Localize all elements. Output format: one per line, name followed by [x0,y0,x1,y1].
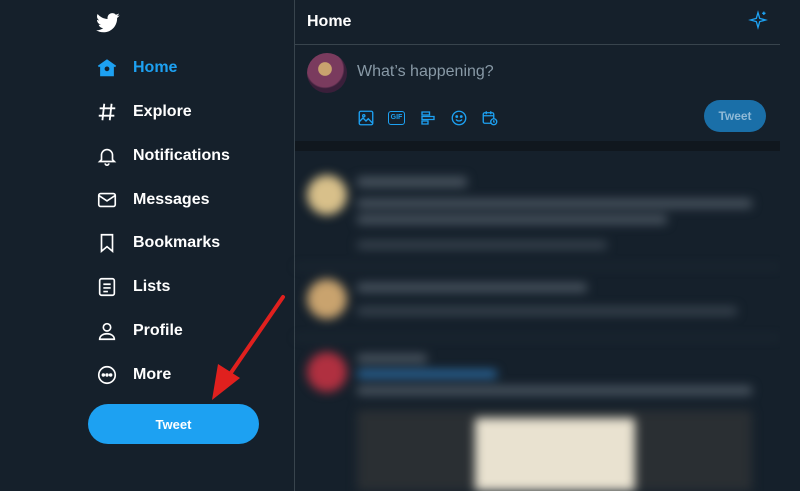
gif-icon[interactable]: GIF [386,107,407,128]
composer-toolbar: GIF [355,107,500,128]
image-icon[interactable] [355,107,376,128]
sidebar-item-lists[interactable]: Lists [96,273,170,301]
emoji-icon[interactable] [448,107,469,128]
schedule-icon[interactable] [479,107,500,128]
person-icon [96,320,118,342]
twitter-logo-icon[interactable] [96,12,120,34]
sidebar-item-label: Explore [133,103,192,120]
tweet-item[interactable] [295,267,780,338]
sidebar-item-label: Notifications [133,147,230,164]
sidebar-item-notifications[interactable]: Notifications [96,142,230,170]
sidebar-item-explore[interactable]: Explore [96,98,192,126]
bookmark-icon [96,232,118,254]
divider [295,141,780,151]
tweet-item[interactable] [295,151,780,267]
bell-icon [96,145,118,167]
composer-tweet-button[interactable]: Tweet [704,100,766,132]
avatar[interactable] [307,53,347,93]
gif-label: GIF [387,110,406,125]
tweet-item[interactable] [295,338,780,491]
more-icon [96,364,118,386]
hashtag-icon [96,101,118,123]
sidebar-item-home[interactable]: Home [96,54,177,82]
sidebar-item-label: Profile [133,322,183,339]
main-timeline: Home What’s happening? GIF Tweet [294,0,781,491]
timeline-header: Home [295,0,780,45]
sidebar-item-label: More [133,366,172,383]
envelope-icon [96,189,118,211]
tweet-button[interactable]: Tweet [88,404,259,444]
list-icon [96,276,118,298]
sidebar-item-label: Home [133,59,178,76]
timeline-feed [295,151,780,491]
page-title: Home [307,13,352,30]
sidebar-item-label: Bookmarks [133,234,221,251]
sidebar-item-bookmarks[interactable]: Bookmarks [96,229,220,257]
sidebar-item-label: Messages [133,191,210,208]
compose-input[interactable]: What’s happening? [357,63,494,81]
sidebar-item-profile[interactable]: Profile [96,317,183,345]
home-icon [96,57,118,79]
sidebar-item-more[interactable]: More [96,361,171,389]
sidebar-item-label: Lists [133,278,171,295]
poll-icon[interactable] [417,107,438,128]
sidebar-item-messages[interactable]: Messages [96,186,210,214]
sparkle-icon[interactable] [748,9,768,35]
sidebar: Home Explore Notifications Messages Book… [0,0,294,491]
right-gutter [780,0,800,491]
